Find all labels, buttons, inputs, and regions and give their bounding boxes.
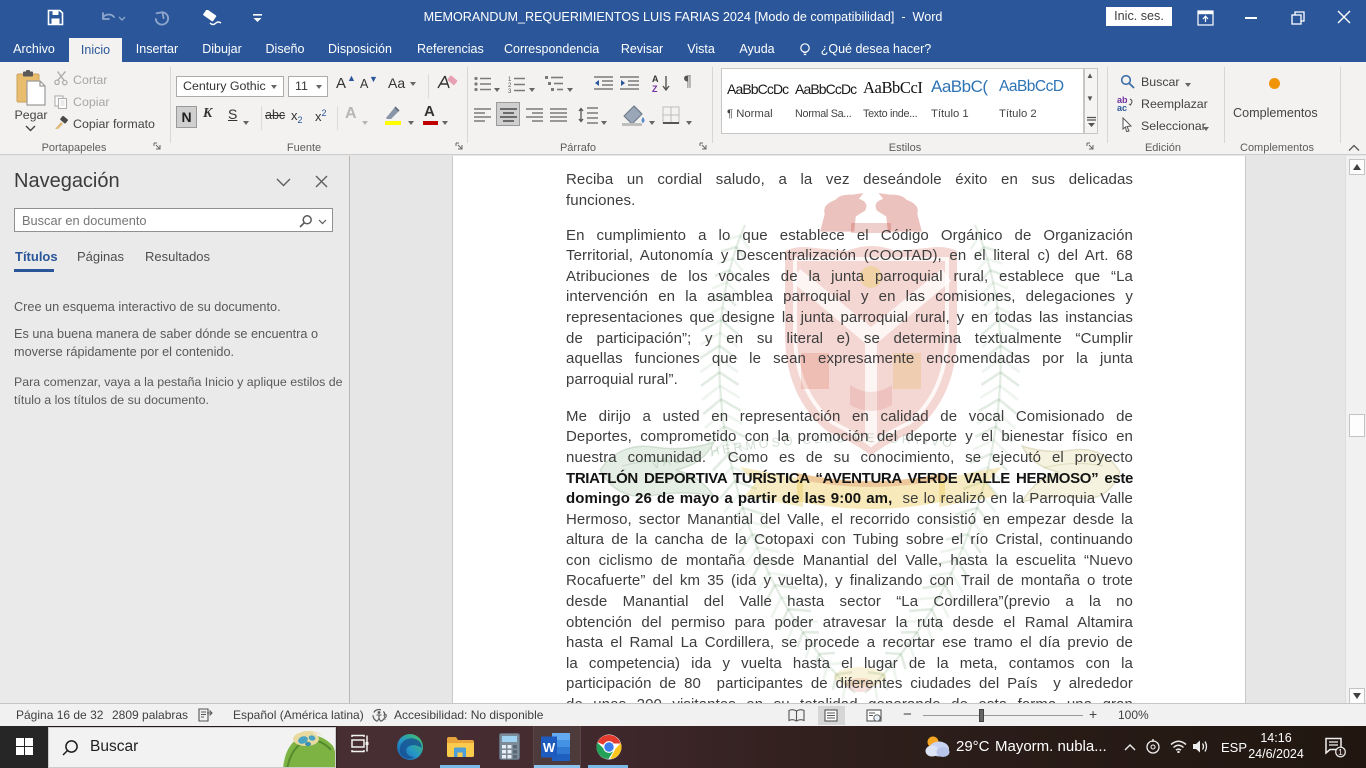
- svg-text:3: 3: [508, 89, 512, 93]
- svg-text:A: A: [652, 74, 659, 84]
- svg-text:?: ?: [383, 713, 388, 722]
- svg-text:W: W: [543, 740, 556, 755]
- svg-text:1: 1: [1338, 747, 1343, 757]
- svg-text:ac: ac: [1117, 103, 1127, 111]
- svg-text:Z: Z: [652, 84, 658, 93]
